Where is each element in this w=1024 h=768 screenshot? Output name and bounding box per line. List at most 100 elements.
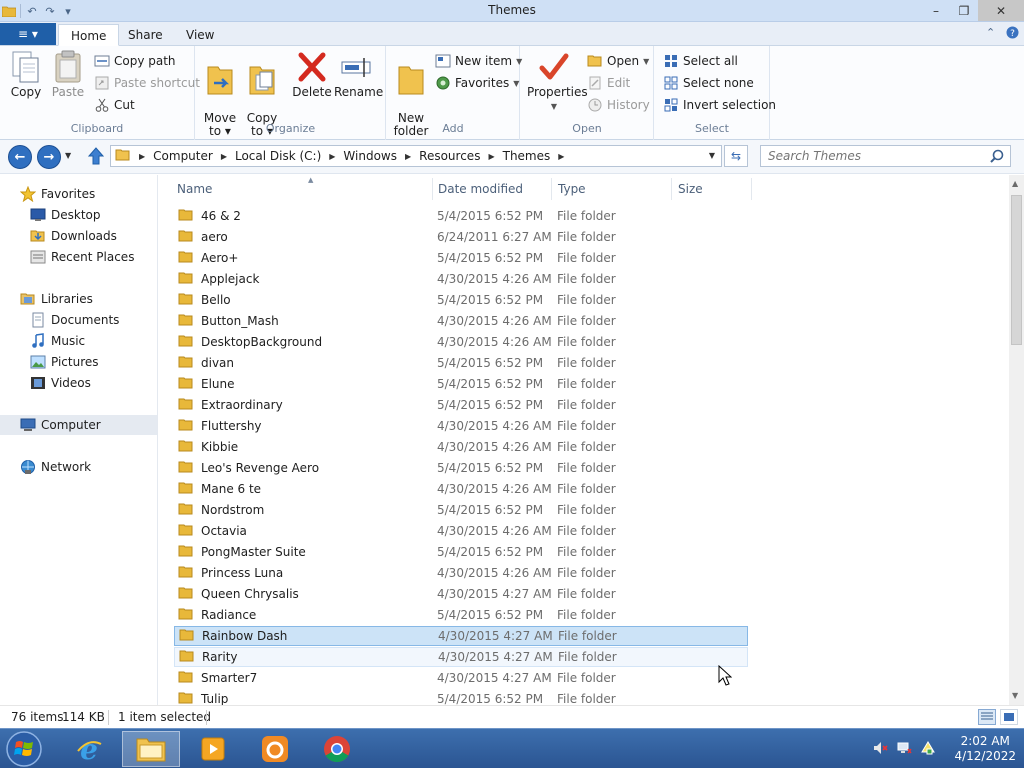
select-none-button[interactable]: Select none	[663, 74, 754, 92]
minimize-button[interactable]: –	[922, 0, 950, 21]
file-row[interactable]: Kibbie 4/30/2015 4:26 AM File folder	[174, 437, 748, 457]
file-row[interactable]: Radiance 5/4/2015 6:52 PM File folder	[174, 605, 748, 625]
new-item-button[interactable]: New item ▼	[435, 52, 522, 70]
file-row[interactable]: Octavia 4/30/2015 4:26 AM File folder	[174, 521, 748, 541]
properties-button[interactable]: Properties ▼	[527, 50, 588, 113]
tab-share[interactable]: Share	[116, 24, 175, 46]
column-header-size[interactable]: Size	[672, 178, 752, 200]
volume-muted-icon[interactable]	[872, 740, 889, 759]
file-row[interactable]: Rarity 4/30/2015 4:27 AM File folder	[174, 647, 748, 667]
file-row[interactable]: Bello 5/4/2015 6:52 PM File folder	[174, 290, 748, 310]
file-row[interactable]: Tulip 5/4/2015 6:52 PM File folder	[174, 689, 748, 705]
breadcrumb-windows[interactable]: ▶ Windows	[325, 149, 401, 163]
vertical-scrollbar[interactable]: ▲ ▼	[1009, 175, 1024, 705]
file-row[interactable]: Elune 5/4/2015 6:52 PM File folder	[174, 374, 748, 394]
scroll-up-icon[interactable]: ▲	[1012, 179, 1018, 188]
file-row[interactable]: aero 6/24/2011 6:27 AM File folder	[174, 227, 748, 247]
file-row[interactable]: DesktopBackground 4/30/2015 4:26 AM File f…	[174, 332, 748, 352]
delete-button[interactable]: Delete	[290, 50, 334, 99]
file-row[interactable]: Applejack 4/30/2015 4:26 AM File folder	[174, 269, 748, 289]
nav-recent-places[interactable]: Recent Places	[30, 247, 134, 267]
file-date-cell: 5/4/2015 6:52 PM	[437, 503, 544, 517]
invert-selection-button[interactable]: Invert selection	[663, 96, 776, 114]
file-row[interactable]: Smarter7 4/30/2015 4:27 AM File folder	[174, 668, 748, 688]
back-button[interactable]: ←	[8, 145, 32, 169]
file-row[interactable]: Extraordinary 5/4/2015 6:52 PM File folder	[174, 395, 748, 415]
search-box[interactable]	[760, 145, 1011, 167]
file-row[interactable]: Nordstrom 5/4/2015 6:52 PM File folder	[174, 500, 748, 520]
file-row[interactable]: Button_Mash 4/30/2015 4:26 AM File folder	[174, 311, 748, 331]
breadcrumb-end[interactable]: ▶	[554, 152, 576, 161]
scrollbar-thumb[interactable]	[1011, 195, 1022, 345]
history-button[interactable]: History	[587, 96, 650, 114]
breadcrumb-resources[interactable]: ▶ Resources	[401, 149, 484, 163]
file-row[interactable]: Princess Luna 4/30/2015 4:26 AM File folde…	[174, 563, 748, 583]
column-header-type[interactable]: Type	[552, 178, 672, 200]
folder-icon	[178, 523, 194, 540]
start-button[interactable]	[2, 730, 46, 768]
search-input[interactable]	[768, 149, 978, 163]
up-arrow-icon[interactable]	[87, 146, 105, 169]
file-menu-button[interactable]: ≡ ▾	[0, 23, 56, 45]
nav-desktop-label: Desktop	[51, 208, 101, 222]
breadcrumb-themes[interactable]: ▶ Themes	[484, 149, 554, 163]
clock[interactable]: 2:02 AM 4/12/2022	[954, 734, 1016, 764]
details-view-button[interactable]	[978, 709, 996, 725]
file-row[interactable]: Rainbow Dash 4/30/2015 4:27 AM File folder	[174, 626, 748, 646]
file-row[interactable]: Aero+ 5/4/2015 6:52 PM File folder	[174, 248, 748, 268]
nav-music[interactable]: Music	[30, 331, 85, 351]
action-center-icon[interactable]	[920, 740, 936, 759]
cut-button[interactable]: Cut	[94, 96, 135, 114]
refresh-button[interactable]: ⇆	[724, 145, 748, 167]
edit-button[interactable]: Edit	[587, 74, 630, 92]
copy-button[interactable]: Copy	[4, 50, 48, 99]
nav-downloads[interactable]: Downloads	[30, 226, 117, 246]
file-row[interactable]: Mane 6 te 4/30/2015 4:26 AM File folder	[174, 479, 748, 499]
recent-locations-icon[interactable]: ▼	[65, 151, 71, 160]
tab-home[interactable]: Home	[58, 24, 120, 46]
nav-libraries[interactable]: Libraries	[20, 289, 93, 309]
nav-documents[interactable]: Documents	[30, 310, 119, 330]
favorites-dropdown-button[interactable]: Favorites ▼	[435, 74, 519, 92]
file-row[interactable]: PongMaster Suite 5/4/2015 6:52 PM File fol…	[174, 542, 748, 562]
forward-button[interactable]: →	[37, 145, 61, 169]
copy-path-button[interactable]: Copy path	[94, 52, 176, 70]
nav-pictures[interactable]: Pictures	[30, 352, 99, 372]
file-row[interactable]: Fluttershy 4/30/2015 4:26 AM File folder	[174, 416, 748, 436]
open-button[interactable]: Open ▼	[587, 52, 649, 70]
column-header-name[interactable]: ▲ Name	[171, 176, 433, 200]
nav-favorites[interactable]: Favorites	[20, 184, 95, 204]
nav-network[interactable]: Network	[20, 457, 91, 477]
nav-desktop[interactable]: Desktop	[30, 205, 101, 225]
tab-view[interactable]: View	[174, 24, 226, 46]
file-row[interactable]: divan 5/4/2015 6:52 PM File folder	[174, 353, 748, 373]
breadcrumb-computer[interactable]: ▶ Computer	[135, 149, 217, 163]
large-icons-view-button[interactable]	[1000, 709, 1018, 725]
maximize-button[interactable]: ❐	[950, 0, 978, 21]
rename-button[interactable]: Rename	[334, 50, 383, 99]
browser-taskbar-button[interactable]	[246, 731, 304, 767]
help-icon[interactable]: ?	[1006, 26, 1019, 42]
media-player-taskbar-button[interactable]	[184, 731, 242, 767]
minimize-ribbon-icon[interactable]: ⌃	[986, 26, 995, 39]
nav-computer[interactable]: Computer	[0, 415, 157, 435]
file-explorer-taskbar-button[interactable]	[122, 731, 180, 767]
file-row[interactable]: Queen Chrysalis 4/30/2015 4:27 AM File fol…	[174, 584, 748, 604]
scroll-down-icon[interactable]: ▼	[1012, 691, 1018, 700]
paste-button[interactable]: Paste	[46, 50, 90, 99]
paste-shortcut-button[interactable]: Paste shortcut	[94, 74, 200, 92]
network-tray-icon[interactable]	[896, 740, 913, 759]
internet-explorer-taskbar-button[interactable]: e	[60, 731, 118, 767]
select-all-button[interactable]: Select all	[663, 52, 738, 70]
chrome-taskbar-button[interactable]	[308, 731, 366, 767]
address-history-dropdown-icon[interactable]: ▼	[709, 151, 715, 160]
breadcrumb-local-disk[interactable]: ▶ Local Disk (C:)	[217, 149, 325, 163]
file-row[interactable]: 46 & 2 5/4/2015 6:52 PM File folder	[174, 206, 748, 226]
file-row[interactable]: Leo's Revenge Aero 5/4/2015 6:52 PM File f…	[174, 458, 748, 478]
nav-videos[interactable]: Videos	[30, 373, 91, 393]
search-icon[interactable]	[990, 149, 1004, 166]
address-bar[interactable]: ▶ Computer ▶ Local Disk (C:) ▶ Windows ▶ Res…	[110, 145, 722, 167]
close-button[interactable]: ✕	[978, 0, 1024, 21]
file-name-label: Rarity	[202, 650, 238, 664]
column-header-date-modified[interactable]: Date modified	[432, 178, 552, 200]
